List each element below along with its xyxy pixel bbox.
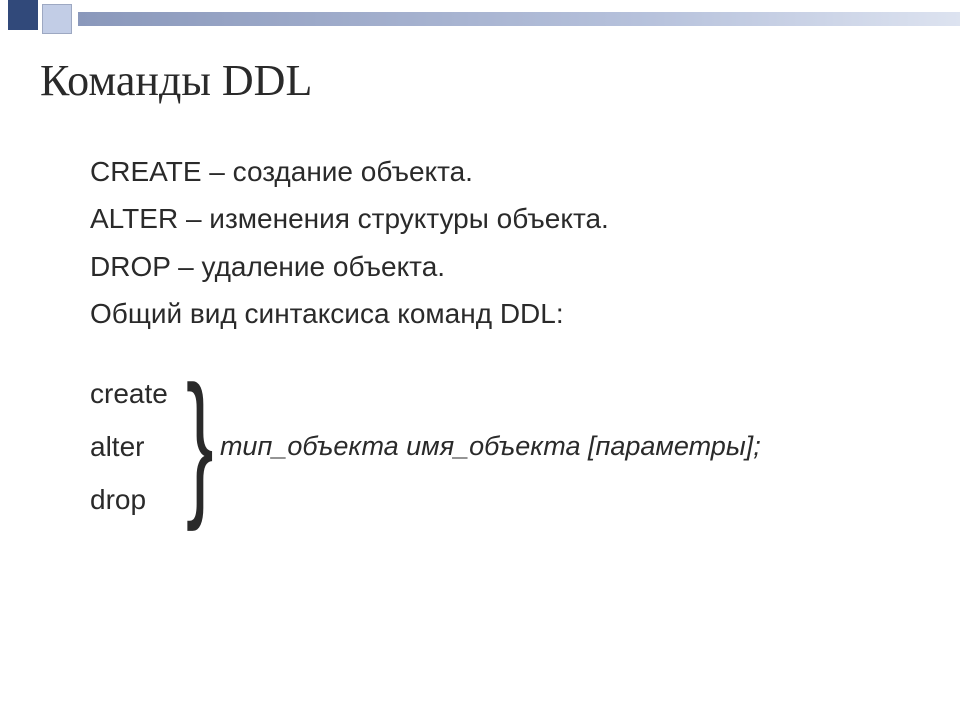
line-alter: ALTER – изменения структуры объекта. xyxy=(90,197,920,240)
slide-header-decor xyxy=(0,0,960,34)
slide-title: Команды DDL xyxy=(40,55,312,106)
header-gradient-bar xyxy=(78,12,960,26)
square-light-icon xyxy=(42,4,72,34)
square-dark-icon xyxy=(8,0,38,30)
syntax-tail: тип_объекта имя_объекта [параметры]; xyxy=(220,426,761,468)
brace-icon: } xyxy=(186,374,214,510)
line-create: CREATE – создание объекта. xyxy=(90,150,920,193)
corner-squares xyxy=(0,0,130,34)
slide: Команды DDL CREATE – создание объекта. A… xyxy=(0,0,960,720)
slide-body: CREATE – создание объекта. ALTER – измен… xyxy=(90,150,920,522)
syntax-commands: create alter drop xyxy=(90,372,168,522)
spacer xyxy=(90,340,920,366)
syntax-cmd-drop: drop xyxy=(90,478,168,521)
line-drop: DROP – удаление объекта. xyxy=(90,245,920,288)
syntax-row: create alter drop } тип_объекта имя_объе… xyxy=(90,372,920,522)
line-syntax-intro: Общий вид синтаксиса команд DDL: xyxy=(90,292,920,335)
syntax-cmd-create: create xyxy=(90,372,168,415)
syntax-cmd-alter: alter xyxy=(90,425,168,468)
